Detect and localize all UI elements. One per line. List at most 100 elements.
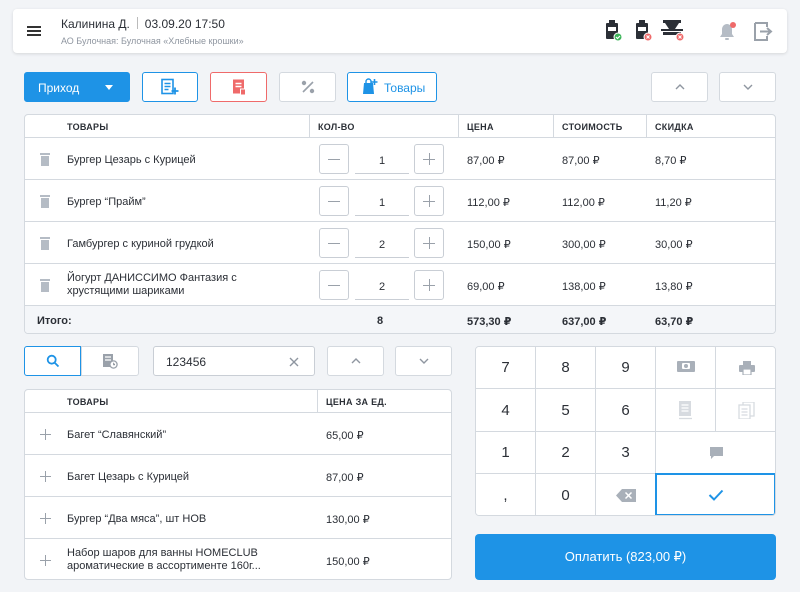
percent-icon	[301, 80, 314, 94]
catalog-item-price: 65,00 ₽	[326, 430, 364, 442]
new-receipt-button[interactable]	[142, 72, 198, 102]
history-mode-tab[interactable]	[81, 346, 139, 376]
catalog-item-price: 130,00 ₽	[326, 514, 370, 526]
catalog-item-name-line2: ароматические в ассортименте 160г...	[67, 560, 261, 572]
backspace-button[interactable]	[596, 474, 656, 515]
key-comma[interactable]: ,	[476, 474, 536, 515]
item-name: Гамбургер с куриной грудкой	[67, 238, 214, 250]
item-discount: 13,80 ₽	[655, 281, 693, 293]
total-quantity: 8	[377, 315, 384, 327]
item-price: 69,00 ₽	[467, 281, 505, 293]
key-3[interactable]: 3	[596, 432, 656, 474]
catalog-table: ТОВАРЫ ЦЕНА ЗА ЕД. Багет “Славянский” 65…	[24, 389, 452, 580]
scanner-disconnected-icon[interactable]	[635, 20, 653, 42]
catalog-item-name: Набор шаров для ванны HOMECLUB	[67, 547, 258, 559]
key-6[interactable]: 6	[596, 389, 656, 432]
total-label: Итого:	[37, 315, 72, 327]
menu-icon[interactable]	[27, 26, 41, 36]
notifications-bell-icon[interactable]	[719, 22, 737, 42]
column-header-goods: ТОВАРЫ	[67, 397, 109, 407]
cash-in-button[interactable]	[656, 347, 716, 389]
add-icon[interactable]	[40, 429, 51, 440]
item-price: 112,00 ₽	[467, 197, 510, 209]
add-icon[interactable]	[40, 555, 51, 566]
column-header-discount: СКИДКА	[655, 122, 694, 132]
catalog-item-price: 87,00 ₽	[326, 472, 364, 484]
catalog-scroll-down-button[interactable]	[395, 346, 452, 376]
scroll-down-button[interactable]	[719, 72, 776, 102]
cash-drawer-icon[interactable]	[661, 20, 687, 42]
operation-mode-dropdown[interactable]: Приход	[24, 72, 130, 102]
decrease-quantity-button[interactable]	[319, 270, 349, 300]
column-header-price: ЦЕНА	[467, 122, 494, 132]
receipt-export-button[interactable]	[656, 389, 716, 432]
key-1[interactable]: 1	[476, 432, 536, 474]
increase-quantity-button[interactable]	[414, 228, 444, 258]
key-7[interactable]: 7	[476, 347, 536, 389]
column-header-unit-price: ЦЕНА ЗА ЕД.	[326, 397, 387, 407]
quantity-input[interactable]: 2	[355, 228, 409, 258]
total-price: 573,30 ₽	[467, 316, 512, 328]
item-discount: 11,20 ₽	[655, 197, 692, 209]
decrease-quantity-button[interactable]	[319, 144, 349, 174]
column-header-quantity: КОЛ-ВО	[318, 122, 355, 132]
decrease-quantity-button[interactable]	[319, 186, 349, 216]
receipts-copy-button[interactable]	[716, 389, 775, 432]
trash-icon[interactable]	[40, 279, 50, 292]
key-4[interactable]: 4	[476, 389, 536, 432]
item-discount: 8,70 ₽	[655, 155, 687, 167]
cash-icon	[676, 361, 695, 372]
cart-table: ТОВАРЫ КОЛ-ВО ЦЕНА СТОИМОСТЬ СКИДКА Бург…	[24, 114, 776, 334]
pay-button[interactable]: Оплатить (823,00 ₽)	[475, 534, 776, 580]
copy-receipt-icon	[738, 401, 755, 419]
discount-button[interactable]	[279, 72, 336, 102]
search-mode-tab[interactable]	[24, 346, 81, 376]
catalog-scroll-up-button[interactable]	[327, 346, 384, 376]
quantity-input[interactable]: 1	[355, 144, 409, 174]
key-2[interactable]: 2	[536, 432, 596, 474]
item-cost: 87,00 ₽	[562, 155, 600, 167]
printer-connected-icon[interactable]	[605, 20, 623, 42]
top-bar: Калинина Д. 03.09.20 17:50 АО Булочная: Б…	[13, 9, 787, 53]
operation-mode-label: Приход	[38, 81, 80, 95]
catalog-item-name: Бургер “Два мяса”, шт НОВ	[67, 513, 207, 525]
trash-icon[interactable]	[40, 195, 50, 208]
add-icon[interactable]	[40, 471, 51, 482]
goods-button-label: Товары	[384, 81, 426, 95]
total-cost: 637,00 ₽	[562, 316, 607, 328]
increase-quantity-button[interactable]	[414, 144, 444, 174]
shopping-bag-add-icon	[363, 78, 378, 94]
key-0[interactable]: 0	[536, 474, 596, 515]
increase-quantity-button[interactable]	[414, 270, 444, 300]
catalog-item-price: 150,00 ₽	[326, 556, 370, 568]
quantity-input[interactable]: 1	[355, 186, 409, 216]
confirm-button[interactable]	[655, 473, 775, 515]
decrease-quantity-button[interactable]	[319, 228, 349, 258]
goods-button[interactable]: Товары	[347, 72, 437, 102]
print-button[interactable]	[716, 347, 775, 389]
numeric-keypad: 7 8 9 4 5 6 1 2 3 , 0	[475, 346, 776, 516]
column-header-goods: ТОВАРЫ	[67, 122, 109, 132]
trash-icon[interactable]	[40, 237, 50, 250]
add-icon[interactable]	[40, 513, 51, 524]
search-input[interactable]: 123456	[153, 346, 315, 376]
item-cost: 138,00 ₽	[562, 281, 606, 293]
checkmark-icon	[708, 489, 723, 501]
logout-icon[interactable]	[753, 22, 773, 41]
quantity-input[interactable]: 2	[355, 270, 409, 300]
total-discount: 63,70 ₽	[655, 316, 694, 328]
printer-icon	[738, 360, 755, 375]
key-8[interactable]: 8	[536, 347, 596, 389]
item-name: Бургер “Прайм”	[67, 196, 146, 208]
scroll-up-button[interactable]	[651, 72, 708, 102]
key-9[interactable]: 9	[596, 347, 656, 389]
item-discount: 30,00 ₽	[655, 239, 693, 251]
increase-quantity-button[interactable]	[414, 186, 444, 216]
comment-button[interactable]	[656, 432, 775, 474]
receipt-delete-icon	[232, 79, 246, 95]
trash-icon[interactable]	[40, 153, 50, 166]
clear-icon[interactable]	[289, 357, 299, 367]
delete-receipt-button[interactable]	[210, 72, 267, 102]
key-5[interactable]: 5	[536, 389, 596, 432]
chevron-down-icon	[105, 85, 113, 90]
